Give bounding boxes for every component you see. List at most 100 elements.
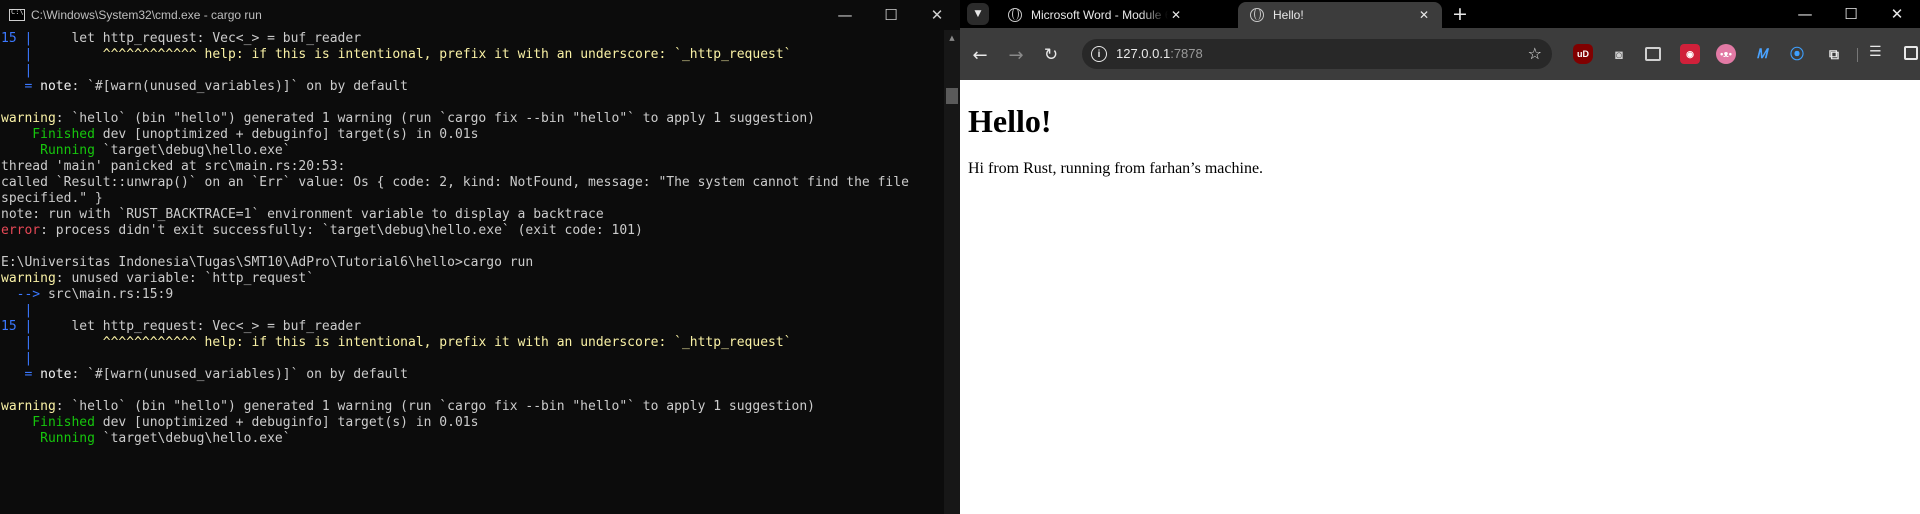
cmd-window-title: C:\Windows\System32\cmd.exe - cargo run [31, 8, 262, 22]
extensions-puzzle-icon[interactable]: ⧉ [1824, 44, 1844, 64]
terminal-text: : `#[warn(unused_variables)]` on by defa… [71, 79, 408, 94]
terminal-text: called `Result::unwrap()` on an `Err` va… [1, 175, 909, 190]
terminal-line: note: run with `RUST_BACKTRACE=1` enviro… [1, 207, 944, 223]
terminal-text: Finished [1, 415, 95, 430]
terminal-text: : `hello` (bin "hello") generated 1 warn… [55, 111, 815, 126]
terminal-line: 15 | let http_request: Vec<_> = buf_read… [1, 319, 944, 335]
camera-extension-icon[interactable]: ◙ [1609, 44, 1629, 64]
translate-extension-icon[interactable]: Ꮇ [1752, 44, 1772, 64]
cmd-title-bar[interactable]: C:\Windows\System32\cmd.exe - cargo run [0, 0, 960, 30]
record-extension-icon[interactable]: ◉ [1680, 44, 1700, 64]
terminal-text: dev [unoptimized + debuginfo] target(s) … [94, 415, 479, 430]
terminal-text: error [1, 223, 41, 238]
bookmark-star-icon[interactable]: ☆ [1528, 44, 1542, 63]
tab-strip: ▼ Microsoft Word - Module 6 - Concurrenc… [960, 0, 1920, 28]
minimize-button[interactable]: — [1782, 0, 1828, 28]
browser-toolbar: ← → ↻ i 127.0.0.1:7878 ☆ uD ◙ ◉ •ᴥ• Ꮇ ⦿ … [960, 28, 1920, 80]
terminal-text: ^^^^^^^^^^^^ help: if this is intentiona… [102, 335, 792, 350]
terminal-text: Running [1, 143, 95, 158]
terminal-line: warning: unused variable: `http_request` [1, 271, 944, 287]
url-text[interactable]: 127.0.0.1:7878 [1116, 46, 1203, 61]
terminal-line: warning: `hello` (bin "hello") generated… [1, 399, 944, 415]
maximize-button[interactable]: ☐ [1828, 0, 1874, 28]
terminal-line: 15 | let http_request: Vec<_> = buf_read… [1, 31, 944, 47]
page-viewport: Hello! Hi from Rust, running from farhan… [960, 80, 1920, 514]
terminal-scrollbar[interactable]: ▲ [944, 30, 960, 514]
site-info-icon[interactable]: i [1091, 46, 1107, 62]
close-button[interactable]: ✕ [1874, 0, 1920, 28]
terminal-text: ^^^^^^^^^^^^ help: if this is intentiona… [102, 47, 792, 62]
terminal-text: warning [1, 111, 56, 126]
terminal-text: dev [unoptimized + debuginfo] target(s) … [94, 127, 479, 142]
terminal-text: specified." } [1, 191, 103, 206]
terminal-text: `target\debug\hello.exe` [94, 143, 291, 158]
terminal-line: E:\Universitas Indonesia\Tugas\SMT10\AdP… [1, 255, 944, 271]
terminal-text: 15 [1, 31, 17, 46]
terminal-line: thread 'main' panicked at src\main.rs:20… [1, 159, 944, 175]
forward-icon[interactable]: → [1002, 41, 1030, 69]
terminal-text: : process didn't exit successfully: `tar… [40, 223, 643, 238]
terminal-line: specified." } [1, 191, 944, 207]
tab-word-document[interactable]: Microsoft Word - Module 6 - Concurrency … [996, 2, 1194, 28]
close-button[interactable]: ✕ [914, 0, 960, 30]
terminal-text: E:\Universitas Indonesia\Tugas\SMT10\AdP… [1, 255, 534, 270]
terminal-text: warning [1, 271, 56, 286]
chevron-down-icon[interactable]: ▼ [967, 3, 989, 25]
scrollbar-thumb[interactable] [946, 88, 958, 104]
terminal-text: --> [1, 287, 48, 302]
window-extension-icon[interactable] [1645, 47, 1661, 61]
back-icon[interactable]: ← [966, 41, 994, 69]
new-tab-button[interactable]: + [1447, 2, 1473, 26]
terminal-line: error: process didn't exit successfully:… [1, 223, 944, 239]
terminal-line: Running `target\debug\hello.exe` [1, 143, 944, 159]
page-paragraph: Hi from Rust, running from farhan’s mach… [968, 160, 1264, 177]
tab-title: Hello! [1273, 8, 1304, 22]
tab-hello[interactable]: Hello! ✕ [1238, 2, 1442, 28]
capture-extension-icon[interactable]: ⦿ [1787, 44, 1807, 64]
minimize-button[interactable]: — [822, 0, 868, 30]
terminal-text: | [24, 351, 33, 366]
terminal-line: | [1, 303, 944, 319]
close-tab-icon[interactable]: ✕ [1168, 8, 1184, 22]
terminal-text: Running [1, 431, 95, 446]
terminal-text: : `#[warn(unused_variables)]` on by defa… [71, 367, 408, 382]
close-tab-icon[interactable]: ✕ [1416, 8, 1432, 22]
maximize-button[interactable]: ☐ [868, 0, 914, 30]
terminal-text: note: run with `RUST_BACKTRACE=1` enviro… [1, 207, 604, 222]
terminal-text: : unused variable: `http_request` [55, 271, 315, 286]
cmd-window: C:\Windows\System32\cmd.exe - cargo run … [0, 0, 960, 514]
terminal-line: = note: `#[warn(unused_variables)]` on b… [1, 367, 944, 383]
terminal-line: | [1, 63, 944, 79]
scroll-up-icon[interactable]: ▲ [944, 30, 960, 46]
ublock-extension-icon[interactable]: uD [1573, 44, 1593, 64]
address-bar[interactable]: i 127.0.0.1:7878 ☆ [1082, 39, 1552, 69]
terminal-line: = note: `#[warn(unused_variables)]` on b… [1, 79, 944, 95]
globe-icon [1008, 8, 1022, 22]
cmd-app-icon [9, 8, 25, 21]
terminal-text: | [24, 303, 33, 318]
terminal-line: | ^^^^^^^^^^^^ help: if this is intentio… [1, 47, 944, 63]
terminal-line: Running `target\debug\hello.exe` [1, 431, 944, 447]
pig-extension-icon[interactable]: •ᴥ• [1716, 44, 1736, 64]
toolbar-divider [1857, 48, 1858, 62]
media-control-icon[interactable]: ☰ [1869, 44, 1882, 60]
reload-icon[interactable]: ↻ [1037, 41, 1065, 69]
terminal-line: | ^^^^^^^^^^^^ help: if this is intentio… [1, 335, 944, 351]
terminal-text: warning [1, 399, 56, 414]
terminal-output[interactable]: 15 | let http_request: Vec<_> = buf_read… [0, 30, 944, 514]
terminal-text: `target\debug\hello.exe` [94, 431, 291, 446]
tab-title: Microsoft Word - Module 6 - Concurrency [1031, 8, 1168, 22]
terminal-line: Finished dev [unoptimized + debuginfo] t… [1, 415, 944, 431]
side-panel-icon[interactable] [1904, 46, 1918, 60]
